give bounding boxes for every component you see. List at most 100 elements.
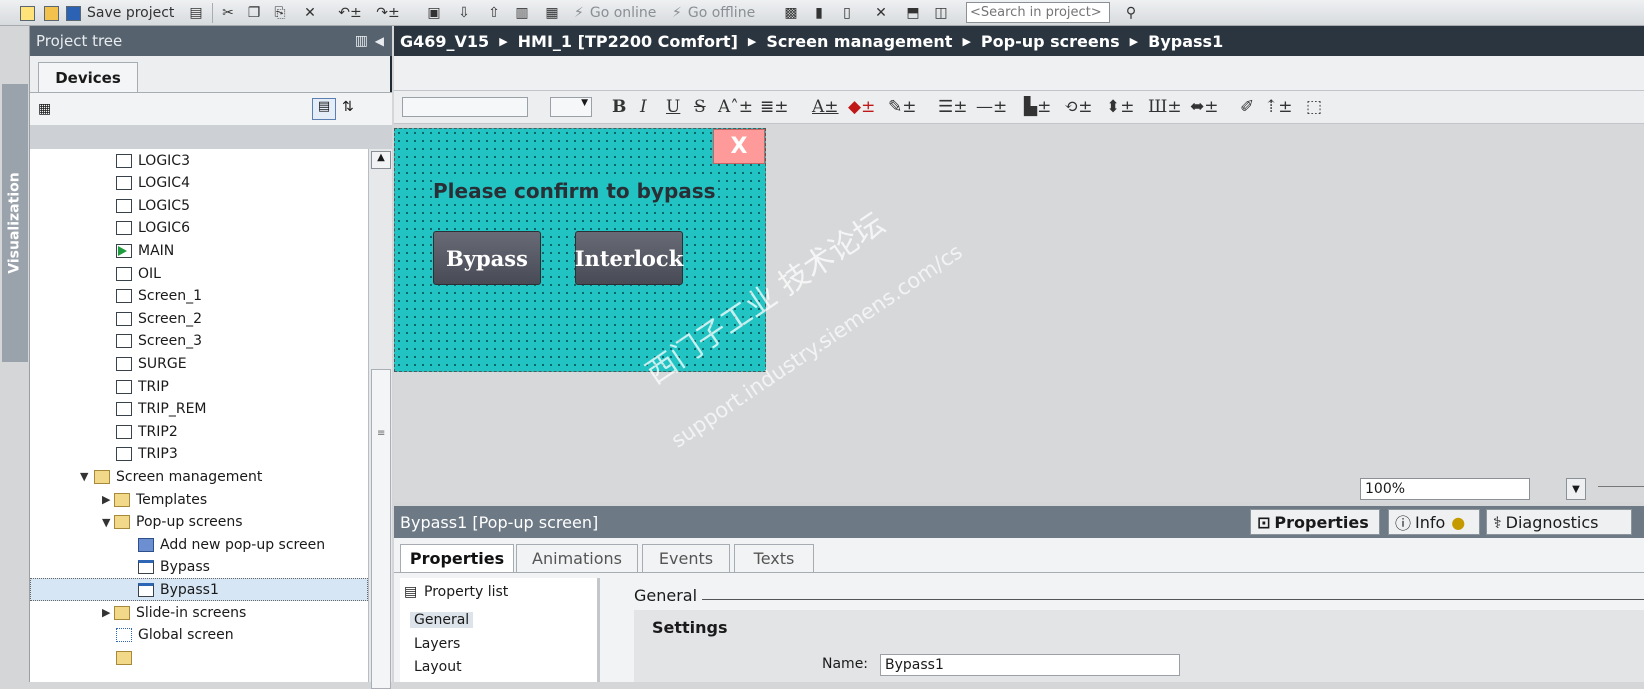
compile-icon[interactable]: ▣: [424, 2, 444, 24]
tree-scrollbar[interactable]: ▲ ≡: [368, 149, 392, 689]
simulation-icon[interactable]: ▥: [512, 2, 532, 24]
tab-events[interactable]: Events: [642, 544, 730, 572]
font-color-icon[interactable]: A±: [812, 97, 839, 117]
new-project-icon[interactable]: [16, 2, 38, 24]
list-item[interactable]: ▶ Templates: [30, 488, 368, 511]
open-project-icon[interactable]: [40, 2, 62, 24]
distribute-icon[interactable]: ⬍±: [1106, 97, 1135, 117]
breadcrumb-item[interactable]: HMI_1 [TP2200 Comfort]: [518, 32, 738, 51]
zoom-select-icon[interactable]: ⬚: [1306, 97, 1322, 117]
bold-icon[interactable]: B: [612, 97, 626, 117]
tree-refresh-icon[interactable]: ⇅: [342, 99, 354, 115]
paste-icon[interactable]: ⎘: [270, 2, 290, 24]
rotate-icon[interactable]: ⟲±: [1064, 97, 1093, 117]
devices-tab[interactable]: Devices: [38, 62, 138, 92]
size-icon[interactable]: ⬌±: [1190, 97, 1219, 117]
collapsed-arrow-icon[interactable]: ▶: [102, 606, 114, 619]
list-item[interactable]: ▶ Slide-in screens: [30, 601, 368, 624]
list-item[interactable]: OIL: [30, 262, 368, 285]
fill-color-icon[interactable]: ◆±: [848, 97, 875, 117]
list-item[interactable]: TRIP: [30, 375, 368, 398]
go-online-button[interactable]: ⚡ Go online: [574, 2, 670, 24]
print-icon[interactable]: ▤: [186, 2, 206, 24]
screen-canvas[interactable]: X Please confirm to bypass Bypass Interl…: [394, 124, 1644, 502]
runtime-icon[interactable]: ▦: [542, 2, 562, 24]
list-item[interactable]: SURGE: [30, 352, 368, 375]
tree-settings-icon[interactable]: ▦: [38, 101, 51, 117]
panel-layout-icon[interactable]: ▥: [355, 33, 368, 49]
list-item[interactable]: Screen_2: [30, 307, 368, 330]
undo-icon[interactable]: ↶±: [334, 2, 366, 24]
object-align-icon[interactable]: ▙±: [1024, 97, 1051, 117]
list-item[interactable]: MAIN: [30, 239, 368, 262]
save-project-button[interactable]: Save project: [66, 2, 178, 24]
start-cpu-icon[interactable]: ▮: [808, 2, 830, 24]
interlock-button[interactable]: Interlock: [575, 231, 683, 285]
tab-texts[interactable]: Texts: [734, 544, 814, 572]
breadcrumb-item[interactable]: Bypass1: [1148, 32, 1223, 51]
list-item[interactable]: Screen_1: [30, 285, 368, 308]
align-icon[interactable]: ≣±: [760, 97, 789, 117]
property-item-layout[interactable]: Layout: [414, 659, 462, 675]
breadcrumb-item[interactable]: Screen management: [766, 32, 952, 51]
accessible-devices-icon[interactable]: ▩: [780, 2, 802, 24]
delete-icon[interactable]: ✕: [300, 2, 320, 24]
list-item[interactable]: LOGIC6: [30, 217, 368, 240]
split-vertical-icon[interactable]: ◫: [930, 2, 952, 24]
visualization-tab[interactable]: Visualization: [2, 84, 28, 362]
search-binoculars-icon[interactable]: ⚲: [1120, 2, 1142, 24]
font-select[interactable]: [402, 97, 528, 117]
list-item[interactable]: LOGIC4: [30, 172, 368, 195]
close-button[interactable]: X: [713, 129, 765, 164]
collapsed-arrow-icon[interactable]: ▶: [102, 493, 114, 506]
list-item[interactable]: TRIP2: [30, 420, 368, 443]
property-item-layers[interactable]: Layers: [414, 636, 460, 652]
list-item[interactable]: LOGIC3: [30, 149, 368, 172]
line-style-icon[interactable]: —±: [976, 97, 1007, 117]
search-project-input[interactable]: [966, 2, 1110, 23]
font-size-select[interactable]: ▼: [550, 97, 592, 117]
list-item[interactable]: Bypass: [30, 556, 368, 579]
stop-cpu-icon[interactable]: ▯: [836, 2, 858, 24]
line-color-icon[interactable]: ✎±: [888, 97, 917, 117]
scroll-thumb[interactable]: ≡: [371, 369, 391, 689]
name-field[interactable]: Bypass1: [880, 654, 1180, 676]
go-offline-button[interactable]: ⚡ Go offline: [672, 2, 770, 24]
diagnostics-tab[interactable]: ⚕ Diagnostics: [1486, 509, 1632, 535]
list-item[interactable]: ▼ Screen management: [30, 465, 368, 488]
strikethrough-icon[interactable]: S: [694, 97, 706, 117]
split-horizontal-icon[interactable]: ⬒: [902, 2, 924, 24]
breadcrumb-item[interactable]: G469_V15: [400, 32, 489, 51]
tree-view-icon[interactable]: ▤: [312, 98, 336, 120]
cross-reference-icon[interactable]: ✕: [870, 2, 892, 24]
list-item[interactable]: TRIP_REM: [30, 398, 368, 421]
expanded-arrow-icon[interactable]: ▼: [102, 516, 114, 529]
copy-icon[interactable]: ❐: [244, 2, 264, 24]
list-item[interactable]: TRIP3: [30, 443, 368, 466]
property-list-label[interactable]: Property list: [424, 584, 508, 600]
underline-icon[interactable]: U: [666, 97, 680, 117]
scroll-up-icon[interactable]: ▲: [371, 151, 391, 169]
list-item-selected[interactable]: Bypass1: [30, 578, 368, 602]
font-scale-icon[interactable]: A˄±: [718, 97, 753, 117]
upload-icon[interactable]: ⇧: [484, 2, 504, 24]
list-item[interactable]: Global screen: [30, 624, 368, 647]
tab-properties[interactable]: Properties: [400, 544, 514, 572]
properties-top-tab[interactable]: ⊡ Properties: [1250, 509, 1380, 535]
bypass-button[interactable]: Bypass: [433, 231, 541, 285]
list-item[interactable]: Screen_3: [30, 330, 368, 353]
layer-icon[interactable]: ⇡±: [1264, 97, 1293, 117]
spacing-icon[interactable]: Ш±: [1148, 97, 1182, 117]
list-item[interactable]: Add new pop-up screen: [30, 533, 368, 556]
tab-animations[interactable]: Animations: [516, 544, 638, 572]
info-tab[interactable]: ⓘ Info ●: [1388, 509, 1480, 535]
format-painter-icon[interactable]: ✐: [1240, 97, 1254, 117]
redo-icon[interactable]: ↷±: [372, 2, 404, 24]
chevron-down-icon[interactable]: ▼: [1566, 478, 1586, 500]
zoom-select[interactable]: 100%: [1360, 478, 1530, 500]
zoom-slider[interactable]: [1598, 486, 1644, 487]
property-item-general[interactable]: General: [410, 612, 474, 628]
italic-icon[interactable]: I: [640, 97, 647, 117]
list-item[interactable]: LOGIC5: [30, 194, 368, 217]
expanded-arrow-icon[interactable]: ▼: [80, 470, 92, 483]
